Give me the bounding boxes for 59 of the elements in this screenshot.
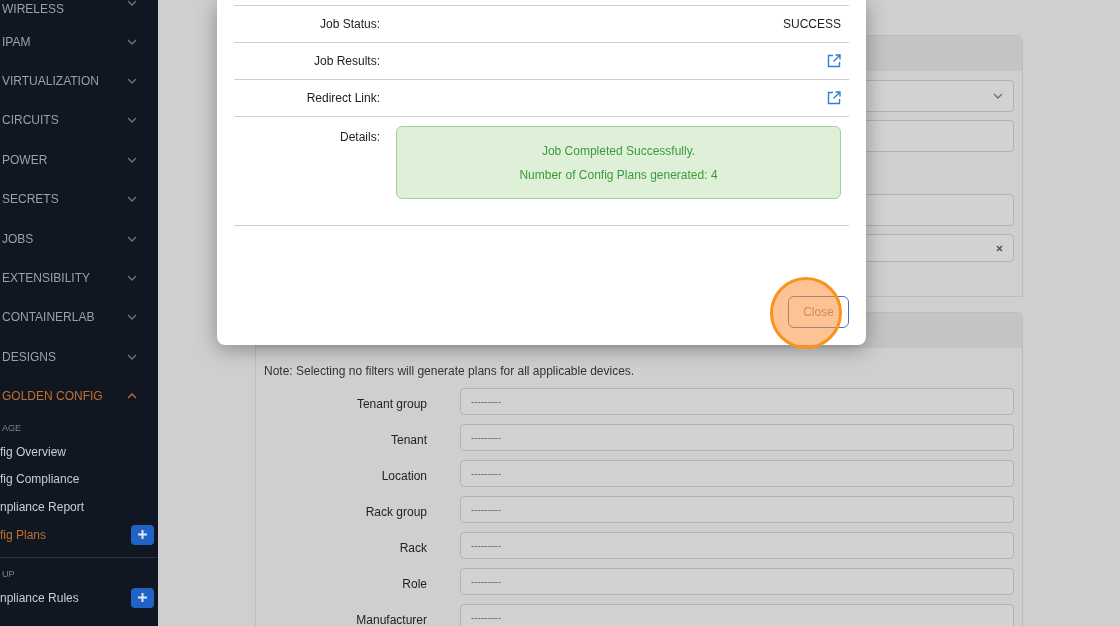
sidebar-section[interactable]: POWER bbox=[0, 140, 158, 180]
sidebar-section[interactable]: CIRCUITS bbox=[0, 100, 158, 141]
input-field[interactable]: --------- bbox=[460, 568, 1014, 595]
group-heading: UP bbox=[1, 567, 16, 581]
field-label: Tenant group bbox=[355, 395, 427, 413]
chevron-up-icon bbox=[127, 393, 137, 400]
input-field[interactable]: --------- bbox=[460, 604, 1014, 626]
input-field[interactable]: --------- bbox=[460, 424, 1014, 451]
input-field[interactable]: --------- bbox=[460, 388, 1014, 415]
sidebar-link[interactable]: fig Plans bbox=[0, 525, 47, 544]
input-field[interactable]: --------- bbox=[460, 532, 1014, 559]
detail-label: Job Status: bbox=[318, 16, 380, 33]
detail-label: Redirect Link: bbox=[305, 90, 380, 107]
sidebar-link[interactable]: fig Compliance bbox=[0, 470, 80, 489]
alert-text: Job Completed Successfully. bbox=[541, 142, 696, 160]
field-label: Rack bbox=[398, 539, 427, 557]
sidebar-section[interactable]: WIRELESS bbox=[0, 0, 158, 22]
note-text: Note: Selecting no filters will generate plans for all applicable devices. bbox=[264, 363, 636, 380]
sidebar-section[interactable]: GOLDEN CONFIG bbox=[0, 376, 158, 416]
clear-icon[interactable] bbox=[996, 244, 1003, 252]
input-field[interactable]: --------- bbox=[460, 460, 1014, 487]
external-link-icon[interactable] bbox=[827, 54, 841, 68]
sidebar-link[interactable]: npliance Rules bbox=[0, 588, 79, 607]
field-label: Tenant bbox=[389, 431, 427, 449]
field-label: Location bbox=[380, 467, 427, 485]
add-button[interactable] bbox=[131, 587, 154, 608]
chevron-down-icon bbox=[127, 275, 137, 282]
sidebar-section[interactable]: JOBS bbox=[0, 218, 158, 259]
sidebar-section[interactable]: EXTENSIBILITY bbox=[0, 258, 158, 298]
chevron-down-icon bbox=[127, 196, 137, 203]
sidebar-section[interactable]: CONTAINERLAB bbox=[0, 297, 158, 338]
chevron-down-icon bbox=[127, 0, 137, 6]
field-label: Rack group bbox=[364, 503, 427, 521]
detail-label: Details: bbox=[339, 129, 380, 146]
sidebar-section[interactable]: DESIGNS bbox=[0, 337, 158, 377]
add-button[interactable] bbox=[131, 524, 154, 545]
sidebar-link[interactable]: fig Overview bbox=[0, 442, 67, 461]
alert-text: Number of Config Plans generated: 4 bbox=[519, 166, 718, 184]
input-field[interactable]: --------- bbox=[460, 496, 1014, 523]
chevron-down-icon bbox=[127, 78, 137, 85]
chevron-down-icon bbox=[127, 38, 137, 45]
sidebar-section[interactable]: VIRTUALIZATION bbox=[0, 61, 158, 101]
field-label: Role bbox=[401, 575, 427, 593]
external-link-icon[interactable] bbox=[827, 91, 841, 105]
field-label: Manufacturer bbox=[355, 611, 427, 626]
sidebar-link[interactable]: npliance Report bbox=[0, 498, 85, 517]
sidebar-section[interactable]: SECRETS bbox=[0, 179, 158, 219]
chevron-down-icon bbox=[127, 117, 137, 124]
chevron-down-icon bbox=[127, 156, 137, 163]
chevron-down-icon bbox=[993, 93, 1003, 99]
chevron-down-icon bbox=[127, 235, 137, 242]
chevron-down-icon bbox=[127, 314, 137, 321]
status-value: SUCCESS bbox=[783, 16, 841, 33]
group-heading: AGE bbox=[1, 422, 22, 436]
plus-icon bbox=[137, 529, 148, 541]
detail-label: Job Results: bbox=[312, 53, 380, 70]
plus-icon bbox=[137, 592, 148, 603]
sidebar-section[interactable]: IPAM bbox=[0, 22, 158, 62]
chevron-down-icon bbox=[127, 353, 137, 360]
